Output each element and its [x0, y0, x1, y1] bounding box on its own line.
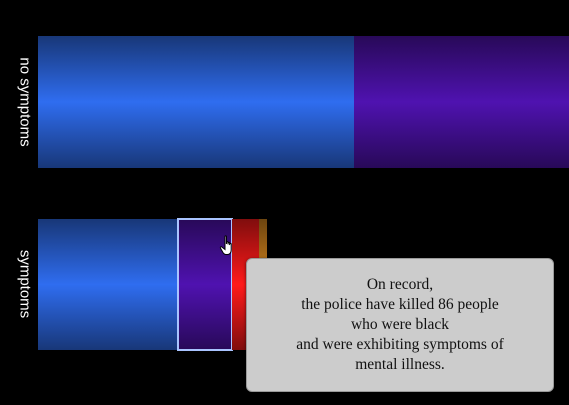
tooltip-line: On record, [366, 276, 434, 293]
tooltip-line: and were exhibiting symptoms of [296, 336, 504, 353]
row-label-symptoms: symptoms [16, 249, 34, 319]
hand-pointer-icon [219, 235, 232, 255]
chart-stage: no symptoms symptoms On record, the poli… [0, 0, 569, 400]
tooltip-line: the police have killed 86 people [301, 296, 499, 313]
bar-segment[interactable] [354, 36, 569, 168]
bar-segment[interactable] [38, 219, 178, 350]
tooltip: On record, the police have killed 86 peo… [246, 258, 554, 392]
tooltip-line: mental illness. [355, 356, 445, 373]
row-label-no-symptoms: no symptoms [16, 57, 34, 147]
tooltip-line: who were black [350, 316, 450, 333]
bar-segment[interactable] [38, 36, 354, 168]
